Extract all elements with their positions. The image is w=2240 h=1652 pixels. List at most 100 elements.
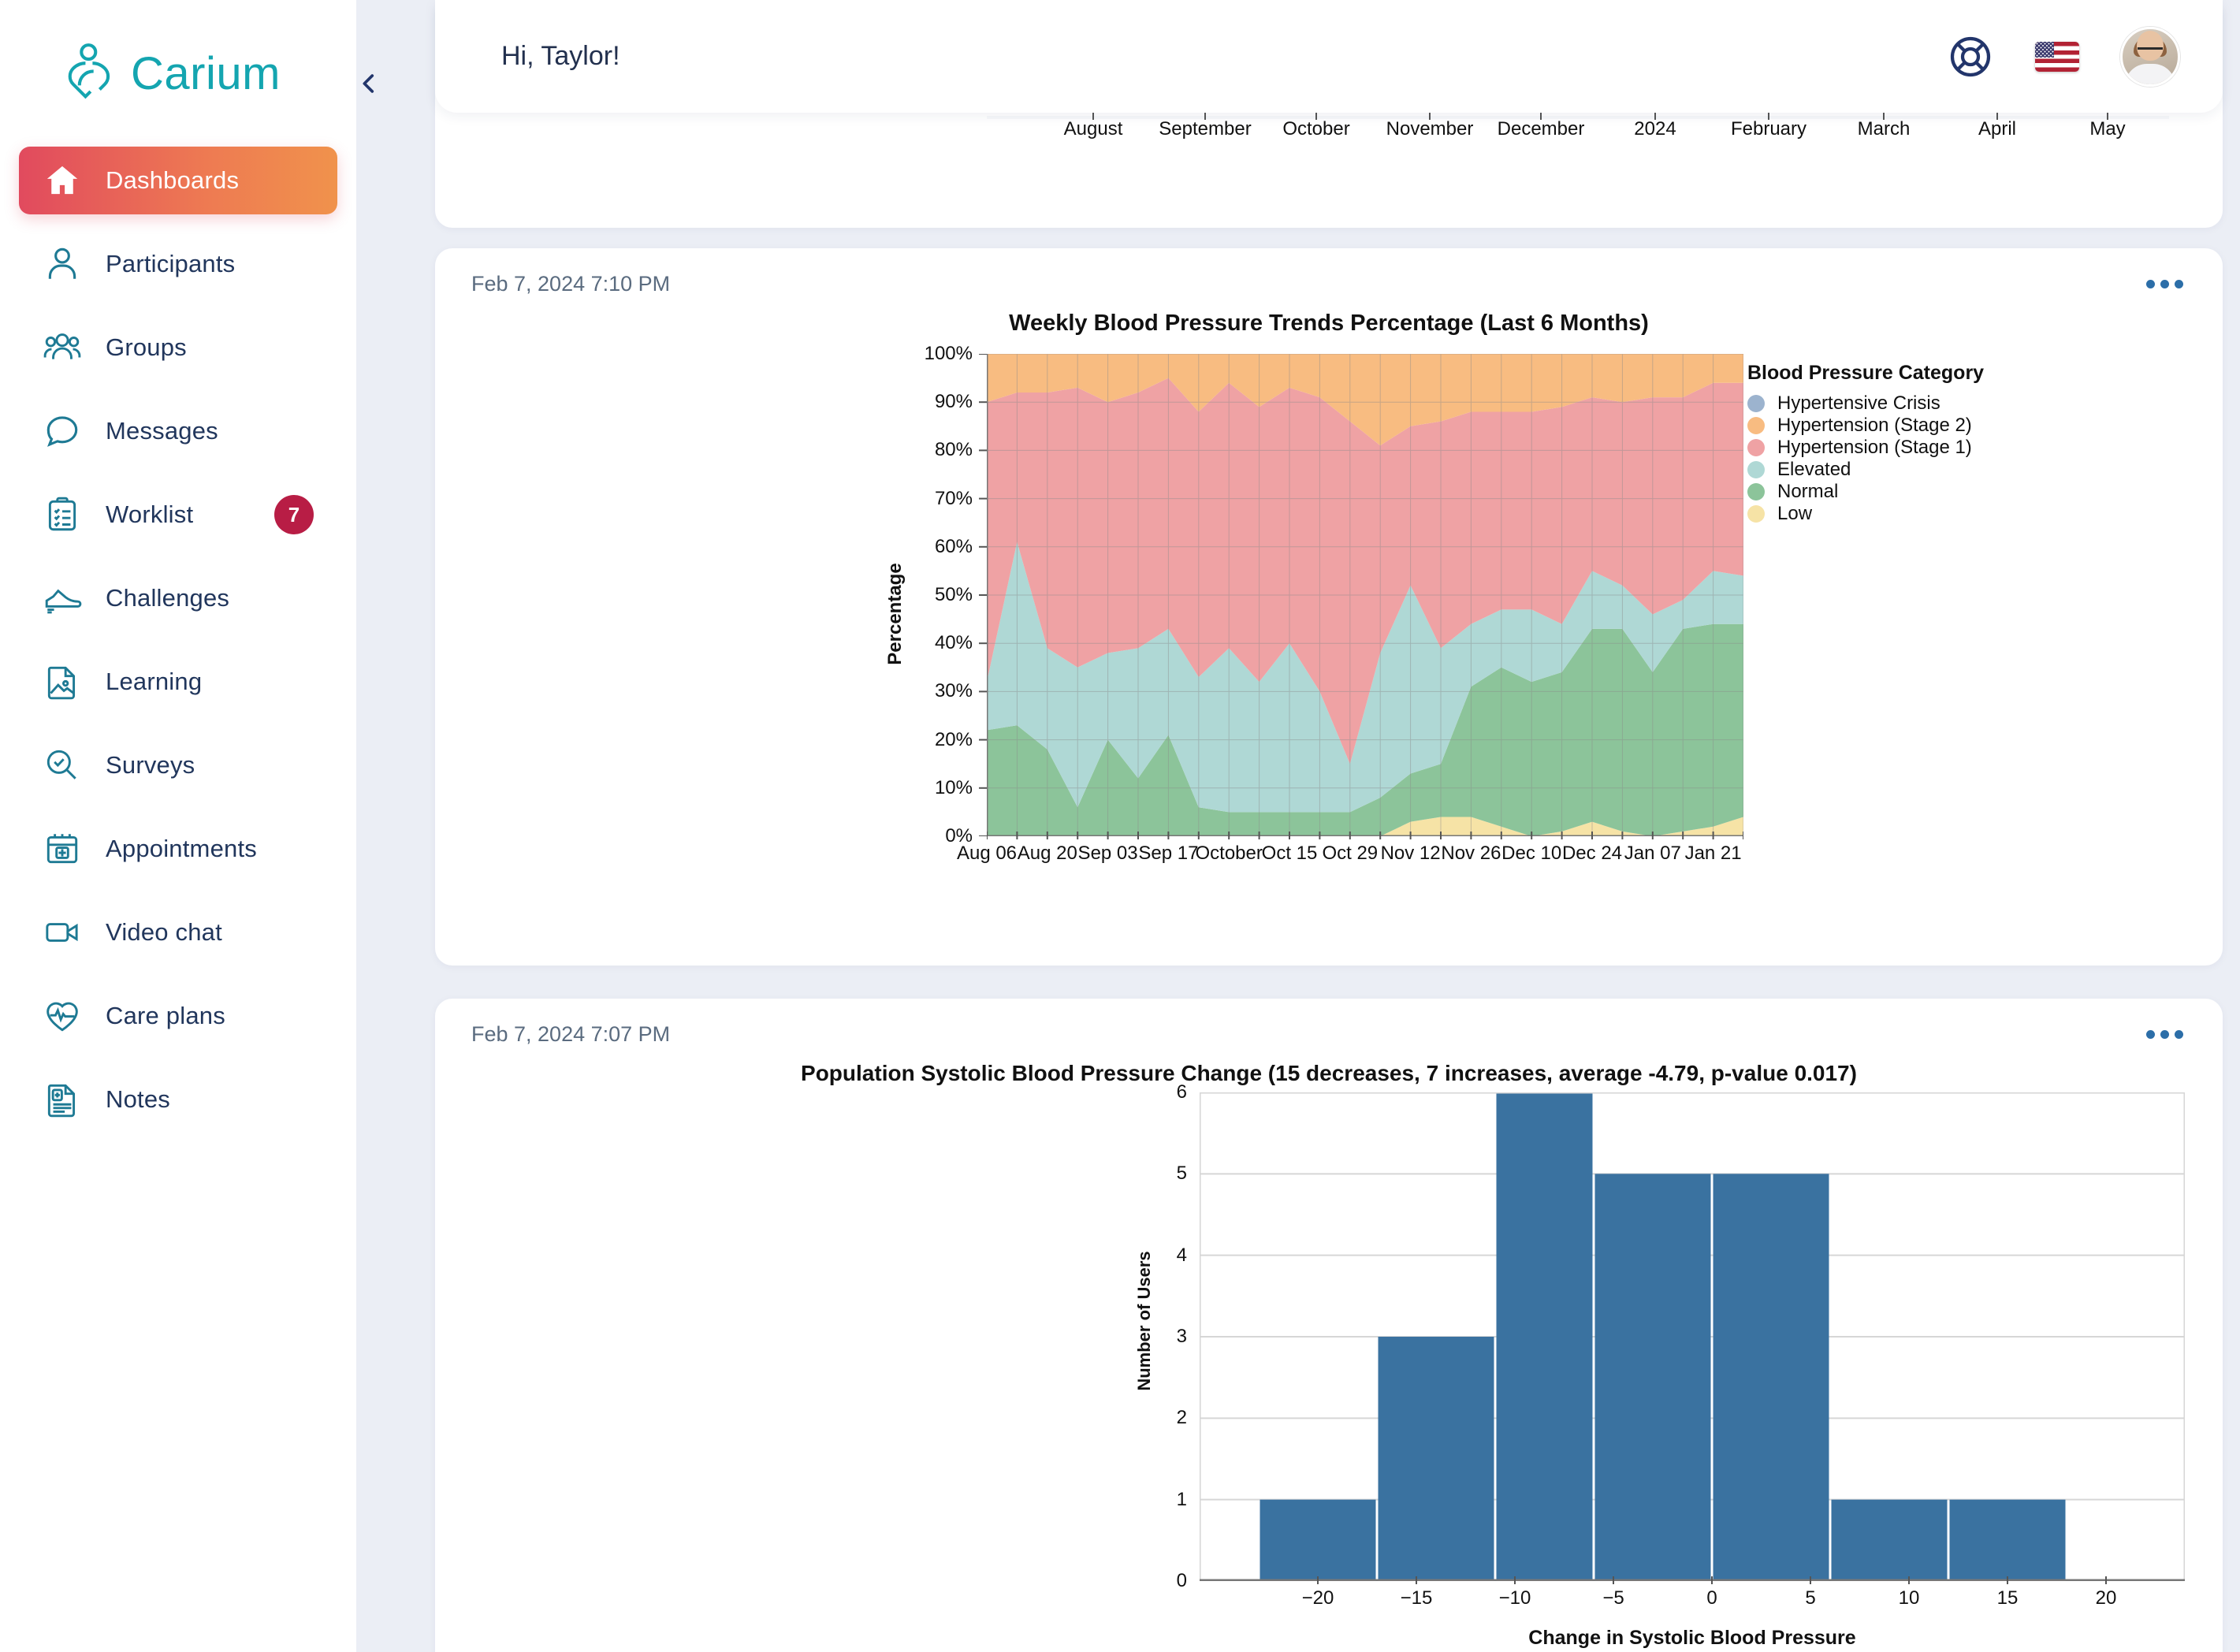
top-header-bar: Hi, Taylor!	[435, 0, 2223, 113]
y-tick: 1	[1176, 1488, 1187, 1510]
legend-swatch-icon	[1747, 483, 1765, 500]
card-header: Feb 7, 2024 7:07 PM	[435, 999, 2223, 1047]
x-tick: Oct 29	[1322, 843, 1379, 864]
page-title: Hi, Taylor!	[501, 41, 620, 71]
x-tick: Nov 26	[1441, 843, 1501, 864]
sidebar-item-label: Surveys	[106, 751, 195, 779]
sidebar-item-challenges[interactable]: Challenges	[19, 564, 337, 632]
legend-swatch-icon	[1747, 461, 1765, 478]
legend-item[interactable]: Hypertension (Stage 2)	[1747, 415, 1984, 437]
x-tick: Oct 15	[1261, 843, 1318, 864]
sidebar-item-notes[interactable]: Notes	[19, 1066, 337, 1133]
sidebar-item-care-plans[interactable]: Care plans	[19, 982, 337, 1050]
legend-item[interactable]: Elevated	[1747, 459, 1984, 481]
sidebar-item-label: Challenges	[106, 584, 230, 612]
legend-item[interactable]: Hypertension (Stage 1)	[1747, 437, 1984, 459]
dashboard-card-weekly-bp-trends: Feb 7, 2024 7:10 PM Weekly Blood Pressur…	[435, 248, 2223, 966]
histogram-bar	[1831, 1499, 1948, 1581]
histogram-svg	[1198, 1091, 2186, 1583]
x-tick: 0	[1706, 1587, 1717, 1609]
sidebar-item-learning[interactable]: Learning	[19, 648, 337, 716]
sidebar-item-label: Learning	[106, 668, 203, 695]
y-tick: 6	[1176, 1081, 1187, 1103]
main-content: Hi, Taylor! August September October Nov…	[356, 0, 2240, 1652]
sidebar-item-appointments[interactable]: Appointments	[19, 815, 337, 883]
legend-item[interactable]: Normal	[1747, 481, 1984, 503]
sidebar-item-worklist[interactable]: Worklist 7	[19, 481, 337, 549]
kebab-menu-icon[interactable]	[2143, 1022, 2186, 1047]
y-tick: 0	[1176, 1570, 1187, 1591]
y-tick: 50%	[934, 584, 973, 605]
card-header: Feb 7, 2024 7:10 PM	[435, 248, 2223, 296]
x-tick: Jan 21	[1684, 843, 1742, 864]
collapse-sidebar-button[interactable]	[347, 41, 391, 126]
area-chart-svg	[987, 354, 1743, 836]
group-icon	[41, 326, 84, 369]
card-timestamp: Feb 7, 2024 7:10 PM	[471, 272, 671, 296]
shoe-icon	[41, 577, 84, 620]
x-tick: 5	[1805, 1587, 1816, 1609]
home-icon	[41, 159, 84, 202]
sidebar-item-participants[interactable]: Participants	[19, 230, 337, 298]
y-tick: 2	[1176, 1407, 1187, 1429]
legend-swatch-icon	[1747, 439, 1765, 456]
card-timestamp: Feb 7, 2024 7:07 PM	[471, 1022, 671, 1046]
y-axis-tickmarks	[979, 354, 987, 836]
sidebar-item-video-chat[interactable]: Video chat	[19, 899, 337, 966]
x-tick: 10	[1898, 1587, 1920, 1609]
sidebar-item-label: Appointments	[106, 835, 257, 862]
sidebar-item-surveys[interactable]: Surveys	[19, 731, 337, 799]
area-chart: Percentage 0% 10% 20% 30% 40% 50% 60% 70…	[435, 343, 2223, 874]
sidebar-item-label: Care plans	[106, 1002, 225, 1029]
legend-label: Hypertension (Stage 2)	[1777, 415, 1972, 436]
chat-bubble-icon	[41, 410, 84, 452]
legend-item[interactable]: Hypertensive Crisis	[1747, 393, 1984, 415]
x-axis-tickmarks	[987, 832, 1743, 839]
sidebar-item-label: Video chat	[106, 918, 222, 946]
x-tick: −5	[1602, 1587, 1624, 1609]
histogram-chart: Population Systolic Blood Pressure Chang…	[435, 1061, 2223, 1649]
lifebuoy-icon[interactable]	[1947, 33, 1994, 80]
histogram-bar	[1594, 1174, 1711, 1581]
histogram-bar	[1378, 1337, 1494, 1581]
sidebar-item-groups[interactable]: Groups	[19, 314, 337, 381]
legend-item[interactable]: Low	[1747, 503, 1984, 525]
header-actions	[1947, 26, 2180, 87]
legend-label: Hypertensive Crisis	[1777, 393, 1940, 414]
y-tick: 4	[1176, 1244, 1187, 1266]
sidebar-item-label: Groups	[106, 333, 187, 361]
legend-swatch-icon	[1747, 395, 1765, 412]
x-axis-ticks: −20 −15 −10 −5 0 5 10 15 20	[1200, 1576, 2185, 1619]
sidebar-nav: Dashboards Participants Groups Messages	[0, 147, 356, 1133]
y-tick: 70%	[934, 487, 973, 509]
carium-logo-icon	[55, 41, 120, 106]
y-tick: 10%	[934, 776, 973, 798]
chart-title: Weekly Blood Pressure Trends Percentage …	[1009, 311, 1649, 336]
legend-label: Hypertension (Stage 1)	[1777, 437, 1972, 458]
y-tick: 5	[1176, 1163, 1187, 1185]
histogram-plot	[1198, 1091, 2186, 1583]
x-tick: Aug 06	[956, 843, 1018, 864]
x-axis-ticks: Aug 06 Aug 20 Sep 03 Sep 17 October Oct 15 Oct…	[957, 832, 1743, 882]
chart-title: Population Systolic Blood Pressure Chang…	[801, 1061, 1857, 1085]
x-tick: −20	[1301, 1587, 1334, 1609]
x-tick: 20	[2095, 1587, 2117, 1609]
us-flag-icon[interactable]	[2035, 41, 2079, 72]
sidebar-item-messages[interactable]: Messages	[19, 397, 337, 465]
legend-swatch-icon	[1747, 505, 1765, 523]
user-icon	[41, 243, 84, 285]
y-axis-ticks: 0% 10% 20% 30% 40% 50% 60% 70% 80% 90% 1…	[908, 343, 984, 846]
clipboard-checklist-icon	[41, 493, 84, 536]
sidebar-item-label: Participants	[106, 250, 236, 277]
image-document-icon	[41, 660, 84, 703]
brand-logo[interactable]: Carium	[0, 14, 356, 132]
avatar[interactable]	[2120, 26, 2180, 87]
dashboard-scroll-area[interactable]: August September October November Decemb…	[356, 0, 2240, 1652]
kebab-menu-icon[interactable]	[2143, 272, 2186, 296]
x-tick: Aug 20	[1017, 843, 1077, 864]
y-tick: 40%	[934, 632, 973, 654]
histogram-bar	[1949, 1499, 2066, 1581]
x-tick: Sep 17	[1138, 843, 1199, 864]
y-tick: 100%	[924, 343, 973, 364]
sidebar-item-dashboards[interactable]: Dashboards	[19, 147, 337, 214]
